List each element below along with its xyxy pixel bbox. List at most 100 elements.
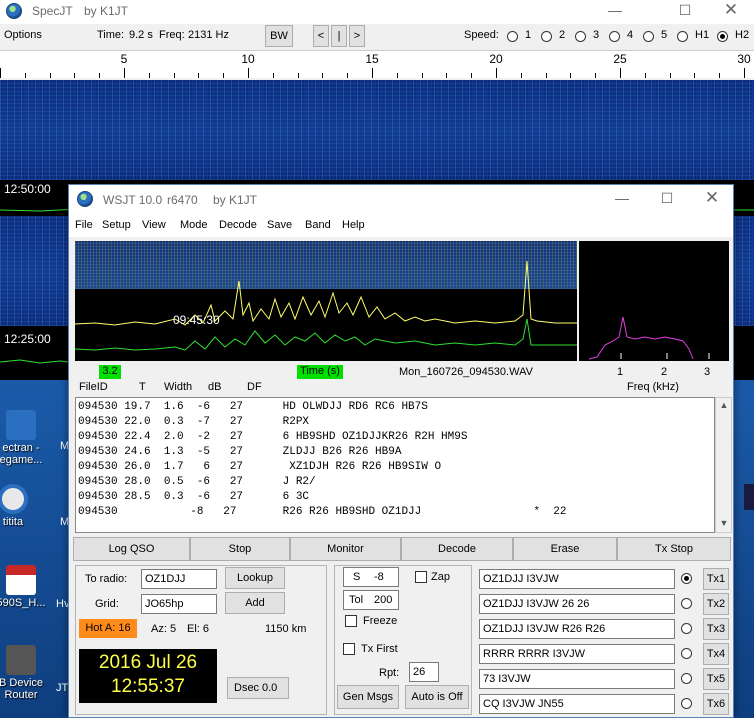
menu-band[interactable]: Band — [305, 219, 331, 231]
desktop-icon-router[interactable]: B Device Router — [0, 645, 56, 701]
speed-radio-h2[interactable] — [717, 31, 728, 42]
bw-button[interactable]: BW — [265, 25, 293, 47]
tx6-button[interactable]: Tx6 — [703, 693, 729, 715]
add-button[interactable]: Add — [225, 592, 285, 614]
prev-button[interactable]: < — [313, 25, 329, 47]
tx2-radio[interactable] — [681, 598, 692, 609]
ruler-tick — [644, 73, 646, 78]
auto-off-button[interactable]: Auto is Off — [405, 685, 469, 709]
tx4-button[interactable]: Tx4 — [703, 643, 729, 665]
menu-setup[interactable]: Setup — [102, 219, 131, 231]
ruler-tick — [570, 73, 572, 78]
s-meter-display: S -8 — [343, 567, 399, 587]
decode-line: 094530 28.0 0.5 -6 27 J R2/ — [78, 476, 316, 488]
ruler-tick — [322, 73, 324, 78]
tx5-message-input[interactable]: 73 I3VJW — [479, 669, 675, 689]
scroll-up-icon[interactable]: ▲ — [718, 400, 730, 410]
desktop-icon-label: B Device Router — [0, 677, 44, 701]
ruler-tick — [248, 68, 249, 78]
next-button[interactable]: > — [349, 25, 365, 47]
close-icon[interactable]: ✕ — [708, 0, 754, 24]
tx3-message-input[interactable]: OZ1DJJ I3VJW R26 R26 — [479, 619, 675, 639]
globe-icon — [6, 3, 22, 19]
speed-radio-5[interactable] — [643, 31, 654, 42]
tx3-radio[interactable] — [681, 623, 692, 634]
grid-input[interactable]: JO65hp — [141, 594, 217, 614]
tx4-radio[interactable] — [681, 648, 692, 659]
zap-checkbox[interactable] — [415, 571, 427, 583]
decode-line: 094530 28.5 0.3 -6 27 6 3C — [78, 491, 310, 503]
to-radio-input[interactable]: OZ1DJJ — [141, 569, 217, 589]
tx5-button[interactable]: Tx5 — [703, 668, 729, 690]
speed-radio-1[interactable] — [507, 31, 518, 42]
maximize-icon[interactable]: ☐ — [662, 0, 708, 24]
stop-button[interactable]: Stop — [190, 537, 290, 561]
waterfall-band — [0, 80, 754, 180]
minimize-icon[interactable]: — — [592, 0, 638, 24]
desktop-icon-titita[interactable]: titita — [0, 484, 48, 528]
ruler-tick-label: 25 — [613, 52, 627, 66]
tx1-radio[interactable] — [681, 573, 692, 584]
ruler-tick — [74, 73, 76, 78]
signal-graph[interactable]: 09:45:30 — [75, 241, 577, 361]
erase-button[interactable]: Erase — [513, 537, 617, 561]
speed-radio-h1[interactable] — [677, 31, 688, 42]
menu-file[interactable]: File — [75, 219, 93, 231]
desktop-icon-pdf[interactable]: 590S_H... — [0, 565, 56, 609]
menu-view[interactable]: View — [142, 219, 166, 231]
tx6-radio[interactable] — [681, 698, 692, 709]
ruler-tick — [198, 73, 200, 78]
specjt-titlebar[interactable]: SpecJT by K1JT — ☐ ✕ — [0, 0, 754, 24]
ruler-tick — [545, 73, 547, 78]
menu-mode[interactable]: Mode — [180, 219, 208, 231]
gen-msgs-button[interactable]: Gen Msgs — [337, 685, 399, 709]
freeze-checkbox[interactable] — [345, 615, 357, 627]
log-qso-button[interactable]: Log QSO — [73, 537, 190, 561]
decoded-text-area[interactable]: 094530 19.7 1.6 -6 27 HD OLWDJJ RD6 RC6 … — [75, 397, 715, 533]
wsjt-titlebar[interactable]: WSJT 10.0 r6470 by K1JT — ☐ ✕ — [69, 185, 733, 215]
menu-help[interactable]: Help — [342, 219, 365, 231]
dsec-control[interactable]: Dsec 0.0 — [227, 677, 289, 699]
speed-radio-2[interactable] — [541, 31, 552, 42]
minimize-icon[interactable]: — — [599, 188, 645, 212]
menu-decode[interactable]: Decode — [219, 219, 257, 231]
tx-first-checkbox[interactable] — [343, 643, 355, 655]
scroll-down-icon[interactable]: ▼ — [718, 518, 730, 528]
speed-radio-3[interactable] — [575, 31, 586, 42]
speed-radio-4[interactable] — [609, 31, 620, 42]
app-icon — [6, 410, 36, 440]
tx3-button[interactable]: Tx3 — [703, 618, 729, 640]
rpt-input[interactable]: 26 — [409, 662, 439, 682]
tx1-message-input[interactable]: OZ1DJJ I3VJW — [479, 569, 675, 589]
tol-spinbox[interactable]: Tol 200 — [343, 590, 399, 610]
spectrum-display[interactable] — [579, 241, 729, 361]
partial-desktop-icon — [744, 484, 754, 510]
monitor-button[interactable]: Monitor — [290, 537, 401, 561]
tx1-button[interactable]: Tx1 — [703, 568, 729, 590]
tx2-button[interactable]: Tx2 — [703, 593, 729, 615]
router-icon — [6, 645, 36, 675]
tx4-message-input[interactable]: RRRR RRRR I3VJW — [479, 644, 675, 664]
tx5-radio[interactable] — [681, 673, 692, 684]
ruler-tick — [595, 73, 597, 78]
lookup-button[interactable]: Lookup — [225, 567, 285, 589]
decode-button[interactable]: Decode — [401, 537, 513, 561]
freq-axis-label: Freq (kHz) — [627, 381, 679, 393]
maximize-icon[interactable]: ☐ — [644, 188, 690, 212]
desktop-icon-spectran[interactable]: ectran - egame... — [0, 410, 56, 466]
menu-save[interactable]: Save — [267, 219, 292, 231]
pause-button[interactable]: | — [331, 25, 347, 47]
options-menu[interactable]: Options — [4, 29, 42, 41]
action-button-row: Log QSO Stop Monitor Decode Erase Tx Sto… — [73, 537, 731, 561]
elevation-value: El: 6 — [187, 623, 210, 635]
ruler-tick — [124, 68, 125, 78]
tx2-message-input[interactable]: OZ1DJJ I3VJW 26 26 — [479, 594, 675, 614]
close-icon[interactable]: ✕ — [689, 188, 735, 212]
decode-scrollbar[interactable]: ▲ ▼ — [715, 397, 732, 533]
ruler-tick-label: 5 — [120, 52, 128, 66]
tx6-message-input[interactable]: CQ I3VJW JN55 — [479, 694, 675, 714]
ruler-tick — [396, 73, 398, 78]
pdf-file-icon — [6, 565, 36, 595]
tx-stop-button[interactable]: Tx Stop — [617, 537, 731, 561]
dsec-label: Dsec — [234, 682, 260, 694]
